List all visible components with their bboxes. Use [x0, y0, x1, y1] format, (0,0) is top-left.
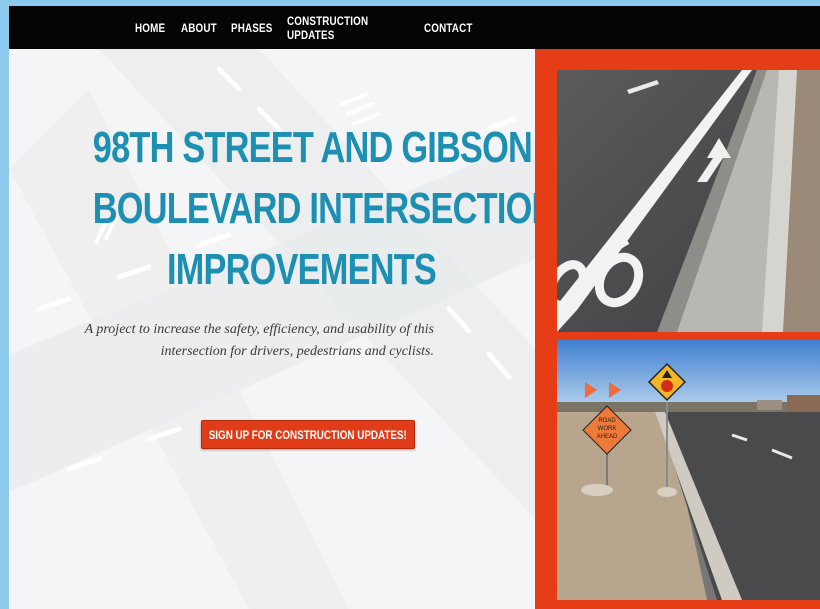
nav-construction-updates-link[interactable]: CONSTRUCTION UPDATES — [287, 14, 399, 42]
nav-contact-link[interactable]: CONTACT — [424, 21, 473, 35]
title-line-1: 98TH STREET AND GIBSON — [92, 123, 533, 172]
hero-section: 98TH STREET AND GIBSON BOULEVARD INTERSE… — [9, 49, 535, 609]
top-nav-bar: HOME ABOUT PHASES CONSTRUCTION UPDATES C… — [9, 6, 820, 49]
project-tagline: A project to increase the safety, effici… — [84, 322, 434, 359]
sign-text-ahead: AHEAD — [597, 434, 618, 440]
photo-column: ROAD WORK AHEAD — [535, 49, 820, 609]
nav-home-link[interactable]: HOME — [135, 21, 173, 35]
signup-button-label: SIGN UP FOR CONSTRUCTION UPDATES! — [208, 427, 408, 442]
page-frame: HOME ABOUT PHASES CONSTRUCTION UPDATES C… — [9, 6, 820, 609]
bike-lane-photo — [557, 70, 820, 332]
road-work-signs-photo: ROAD WORK AHEAD — [557, 340, 820, 600]
title-line-3: IMPROVEMENTS — [166, 245, 437, 294]
nav-about-link[interactable]: ABOUT — [181, 21, 222, 35]
sign-text-work: WORK — [598, 426, 617, 432]
sign-text-road: ROAD — [598, 418, 616, 424]
signup-construction-updates-button[interactable]: SIGN UP FOR CONSTRUCTION UPDATES! — [201, 420, 415, 449]
road-work-image: ROAD WORK AHEAD — [557, 340, 820, 600]
bike-lane-image — [557, 70, 820, 332]
nav-phases-link[interactable]: PHASES — [231, 21, 277, 35]
title-line-2: BOULEVARD INTERSECTION — [92, 184, 535, 233]
project-title: 98TH STREET AND GIBSON BOULEVARD INTERSE… — [92, 117, 535, 300]
main-nav: HOME ABOUT PHASES CONSTRUCTION UPDATES C… — [135, 6, 484, 49]
